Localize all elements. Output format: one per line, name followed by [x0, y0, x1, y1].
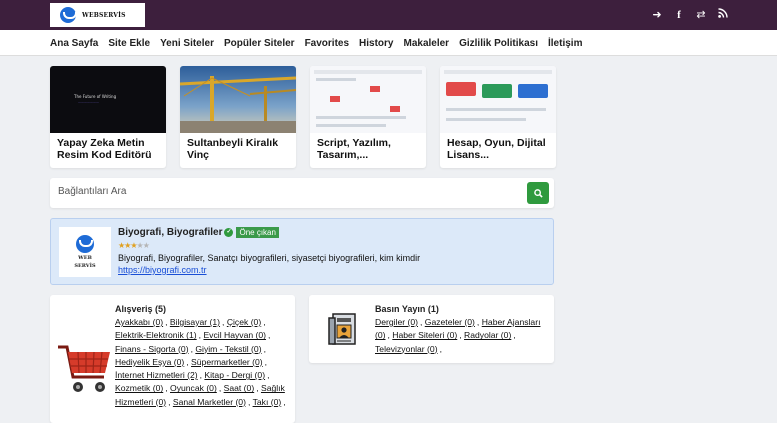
thumbnail-block [518, 84, 548, 98]
category-link[interactable]: Takı (0) [253, 397, 282, 407]
logo-text: WEBSERVİS [82, 11, 126, 19]
category-link[interactable]: İnternet Hizmetleri (2) [115, 370, 198, 380]
category-link[interactable]: Dergiler (0) [375, 317, 418, 327]
category-box-alisveris: Alışveriş (5) Ayakkabı (0), Bilgisayar (… [50, 295, 295, 423]
category-link[interactable]: Giyim - Tekstil (0) [195, 344, 261, 354]
featured-badge: Öne çıkan [236, 227, 279, 238]
thumbnail-row [446, 108, 546, 111]
category-link[interactable]: Radyolar (0) [464, 330, 511, 340]
nav-item-history[interactable]: History [359, 38, 393, 49]
site-card[interactable]: Script, Yazılım, Tasarım,... [310, 66, 426, 168]
rating-stars: ★★★★★ [118, 241, 150, 250]
card-thumbnail [310, 66, 426, 133]
login-icon[interactable]: ➜ [651, 7, 663, 23]
shopping-cart-icon [58, 345, 110, 392]
shuffle-icon[interactable]: ⇄ [695, 7, 707, 23]
category-link[interactable]: Sanal Marketler (0) [173, 397, 246, 407]
featured-listing: WEB SERVİS Biyografi, Biyografiler ✓ Öne ç… [50, 218, 554, 285]
card-title: Sultanbeyli Kiralık Vinç [187, 137, 279, 161]
featured-logo[interactable]: WEB SERVİS [59, 227, 111, 277]
featured-logo-line1: WEB [78, 255, 92, 261]
category-title[interactable]: Alışveriş (5) [115, 304, 166, 314]
nav-item-site-ekle[interactable]: Site Ekle [108, 38, 150, 49]
category-link[interactable]: Evcil Hayvan (0) [203, 330, 266, 340]
category-link[interactable]: Kozmetik (0) [115, 383, 163, 393]
featured-url[interactable]: https://biyografi.com.tr [118, 265, 207, 275]
featured-title[interactable]: Biyografi, Biyografiler [118, 227, 222, 238]
site-card[interactable]: Hesap, Oyun, Dijital Lisans... [440, 66, 556, 168]
nav-item-makaleler[interactable]: Makaleler [403, 38, 449, 49]
site-cards: The Future of Writing ——————— Yapay Zeka… [50, 66, 556, 168]
card-title: Yapay Zeka Metin Resim Kod Editörü [57, 137, 152, 161]
category-link[interactable]: Çiçek (0) [227, 317, 261, 327]
featured-title-row: Biyografi, Biyografiler ✓ Öne çıkan [118, 227, 279, 238]
search-button[interactable] [527, 182, 549, 204]
category-link[interactable]: Televizyonlar (0) [375, 344, 438, 354]
thumbnail-row [316, 124, 386, 127]
category-title[interactable]: Basın Yayın (1) [375, 304, 439, 314]
rss-icon[interactable] [717, 7, 729, 23]
category-link[interactable]: Haber Siteleri (0) [392, 330, 457, 340]
category-link[interactable]: Gazeteler (0) [425, 317, 475, 327]
category-link[interactable]: Saat (0) [224, 383, 255, 393]
category-link[interactable]: Hediyelik Eşya (0) [115, 357, 184, 367]
star-icon: ★ [142, 241, 150, 250]
featured-description: Biyografi, Biyografiler, Sanatçı biyogra… [118, 253, 421, 263]
main-nav: Ana Sayfa Site Ekle Yeni Siteler Popüler… [0, 30, 777, 56]
top-bar: WEBSERVİS ➜ f ⇄ [0, 0, 777, 30]
logo-mark-icon [60, 7, 77, 23]
thumbnail-text: The Future of Writing [74, 94, 117, 99]
thumbnail-block [446, 82, 476, 96]
category-link[interactable]: Elektrik-Elektronik (1) [115, 330, 197, 340]
thumbnail-block [482, 84, 512, 98]
category-link[interactable]: Süpermarketler (0) [191, 357, 263, 367]
thumbnail-bar [314, 70, 422, 74]
category-link[interactable]: Bilgisayar (1) [170, 317, 220, 327]
newspaper-icon [328, 313, 356, 345]
nav-item-yeni-siteler[interactable]: Yeni Siteler [160, 38, 214, 49]
card-thumbnail [440, 66, 556, 133]
category-box-basin-yayin: Basın Yayın (1) Dergiler (0), Gazeteler … [309, 295, 554, 363]
category-link[interactable]: Ayakkabı (0) [115, 317, 163, 327]
thumbnail-bar [444, 70, 552, 74]
top-icons: ➜ f ⇄ [651, 7, 729, 23]
card-title: Hesap, Oyun, Dijital Lisans... [447, 137, 546, 161]
nav-item-gizlilik[interactable]: Gizlilik Politikası [459, 38, 538, 49]
category-links: Ayakkabı (0), Bilgisayar (1), Çiçek (0),… [115, 317, 286, 407]
thumbnail-row [446, 118, 526, 121]
card-thumbnail [180, 66, 296, 133]
featured-logo-line2: SERVİS [74, 263, 96, 269]
facebook-icon[interactable]: f [673, 7, 685, 23]
thumbnail-row [316, 78, 356, 81]
nav-item-populer-siteler[interactable]: Popüler Siteler [224, 38, 295, 49]
category-link[interactable]: Oyuncak (0) [170, 383, 217, 393]
card-thumbnail: The Future of Writing ——————— [50, 66, 166, 133]
category-link[interactable]: Finans - Sigorta (0) [115, 344, 189, 354]
search-icon [533, 188, 543, 198]
nav-item-favorites[interactable]: Favorites [305, 38, 349, 49]
thumbnail-subtext: ——————— [78, 100, 99, 104]
site-card[interactable]: The Future of Writing ——————— Yapay Zeka… [50, 66, 166, 168]
thumbnail-accent [390, 106, 400, 112]
thumbnail-row [316, 116, 406, 119]
site-card[interactable]: Sultanbeyli Kiralık Vinç [180, 66, 296, 168]
search-input[interactable] [58, 186, 518, 197]
category-links: Dergiler (0), Gazeteler (0), Haber Ajans… [375, 317, 541, 354]
verified-check-icon: ✓ [224, 228, 234, 237]
nav-item-iletisim[interactable]: İletişim [548, 38, 582, 49]
thumbnail-accent [370, 86, 380, 92]
category-link[interactable]: Kitap - Dergi (0) [204, 370, 265, 380]
logo-mark-icon [76, 235, 94, 253]
site-logo[interactable]: WEBSERVİS [50, 3, 145, 27]
card-title: Script, Yazılım, Tasarım,... [317, 137, 391, 161]
nav-item-ana-sayfa[interactable]: Ana Sayfa [50, 38, 98, 49]
search-bar [50, 178, 554, 208]
thumbnail-accent [330, 96, 340, 102]
